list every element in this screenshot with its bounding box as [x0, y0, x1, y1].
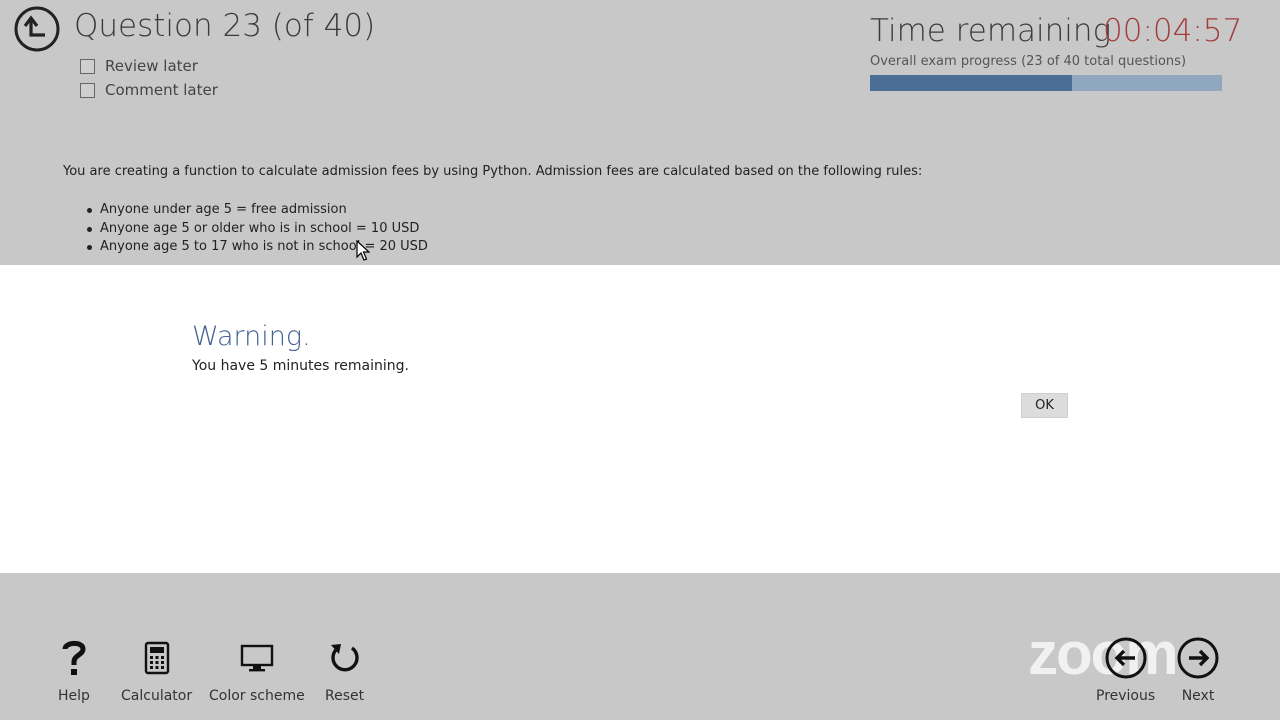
- comment-later-checkbox[interactable]: Comment later: [80, 81, 218, 99]
- ok-button[interactable]: OK: [1021, 393, 1068, 418]
- arrow-left-circle-icon: [1105, 637, 1147, 679]
- back-button[interactable]: [14, 6, 60, 52]
- color-scheme-button[interactable]: Color scheme: [209, 636, 305, 704]
- warning-dialog: Warning. You have 5 minutes remaining. O…: [0, 265, 1280, 573]
- time-remaining-label: Time remaining: [870, 13, 1112, 49]
- mouse-cursor-icon: [356, 240, 370, 261]
- time-remaining-value: 00:04:57: [1103, 13, 1243, 49]
- list-item: Anyone age 5 or older who is in school =…: [87, 220, 428, 239]
- rules-list: Anyone under age 5 = free admission Anyo…: [87, 201, 428, 257]
- back-up-arrow-icon: [14, 6, 60, 52]
- next-button[interactable]: Next: [1176, 636, 1220, 704]
- list-item: Anyone under age 5 = free admission: [87, 201, 428, 220]
- exam-progress-bar: [870, 75, 1222, 91]
- dialog-message: You have 5 minutes remaining.: [192, 358, 409, 374]
- reset-icon: [330, 644, 359, 672]
- question-mark-icon: [62, 640, 86, 675]
- color-scheme-label: Color scheme: [209, 688, 305, 704]
- reset-button[interactable]: Reset: [325, 636, 364, 704]
- previous-button[interactable]: Previous: [1096, 636, 1155, 704]
- calculator-button[interactable]: Calculator: [121, 636, 192, 704]
- next-label: Next: [1181, 688, 1215, 704]
- help-button[interactable]: Help: [58, 636, 90, 704]
- previous-label: Previous: [1096, 688, 1156, 704]
- exam-progress-fill: [870, 75, 1073, 91]
- calculator-icon: [144, 641, 169, 675]
- review-later-checkbox[interactable]: Review later: [80, 57, 198, 75]
- review-later-label: Review later: [105, 57, 198, 75]
- monitor-icon: [240, 644, 274, 672]
- comment-later-label: Comment later: [105, 81, 218, 99]
- checkbox-box[interactable]: [80, 82, 95, 98]
- list-item: Anyone age 5 to 17 who is not in school …: [87, 238, 428, 257]
- help-label: Help: [58, 688, 90, 704]
- calculator-label: Calculator: [121, 688, 193, 704]
- question-intro: You are creating a function to calculate…: [63, 164, 923, 179]
- arrow-right-circle-icon: [1177, 637, 1219, 679]
- exam-progress-label: Overall exam progress (23 of 40 total qu…: [870, 54, 1187, 69]
- dialog-title: Warning.: [192, 321, 311, 352]
- reset-label: Reset: [325, 688, 365, 704]
- question-title: Question 23 (of 40): [74, 8, 376, 44]
- checkbox-box[interactable]: [80, 58, 95, 74]
